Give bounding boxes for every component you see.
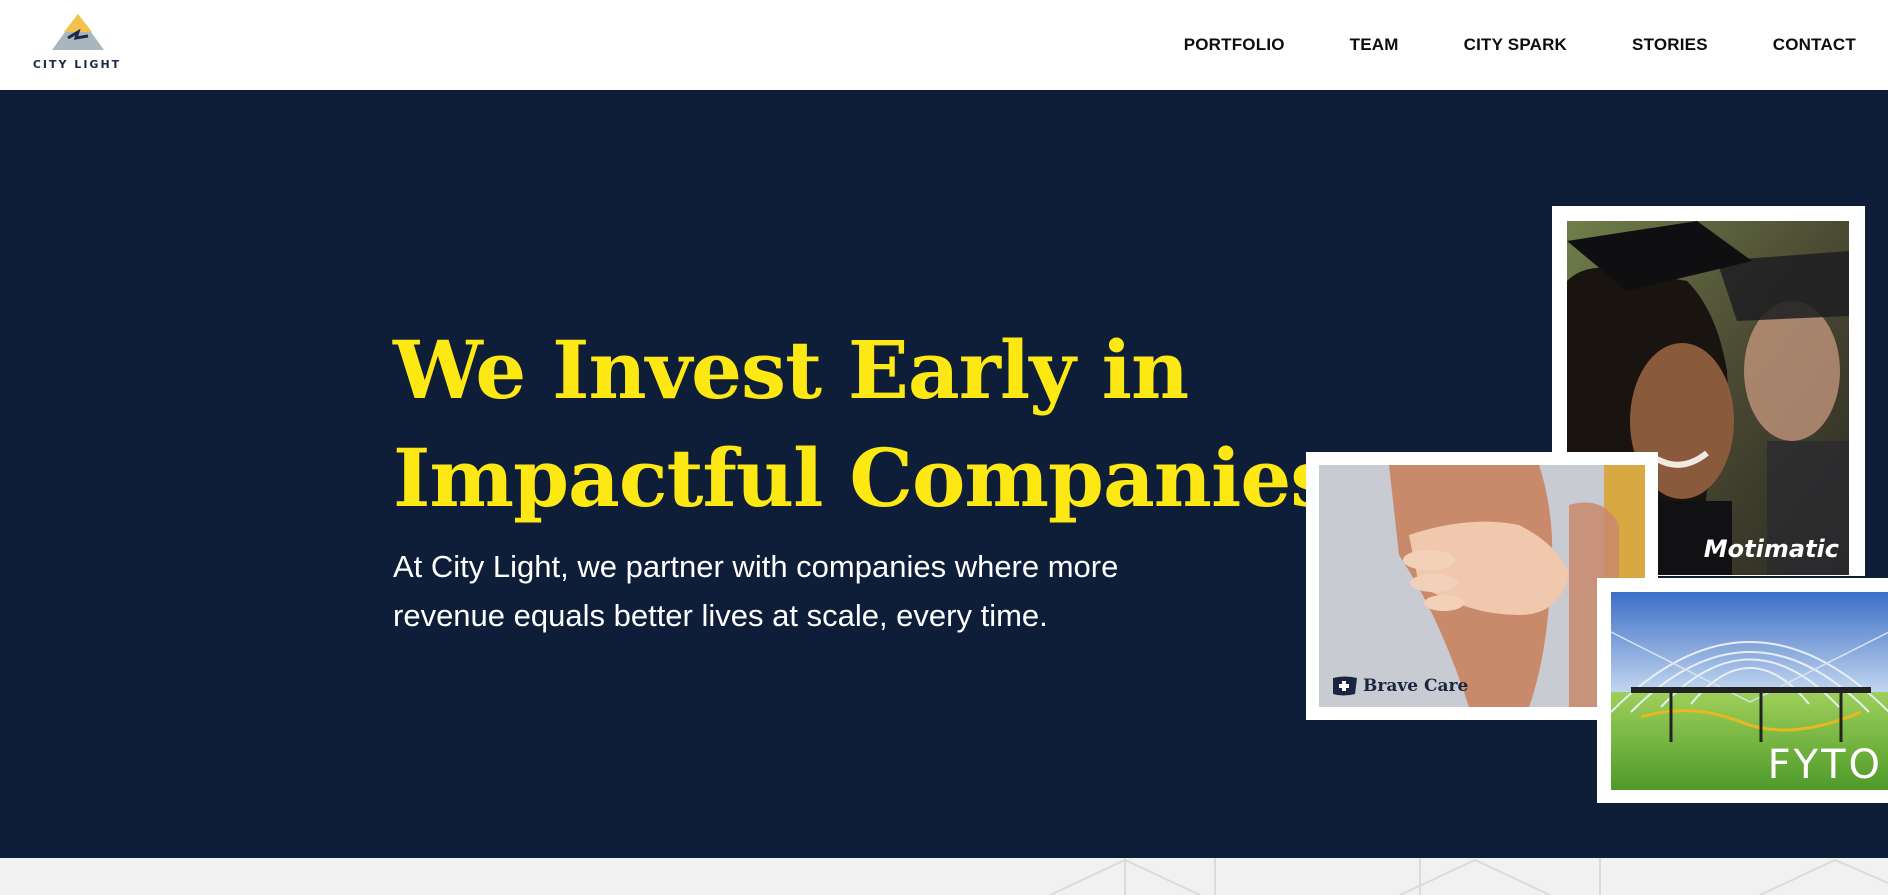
city-light-mountain-icon — [52, 14, 104, 50]
brave-care-logo-label: Brave Care — [1363, 676, 1469, 696]
city-light-logo[interactable]: CITY LIGHT — [28, 12, 126, 74]
nav-stories-link[interactable]: STORIES — [1632, 35, 1708, 55]
nav-portfolio-link[interactable]: PORTFOLIO — [1184, 35, 1285, 55]
site-header: CITY LIGHT PORTFOLIO TEAM CITY SPARK STO… — [0, 0, 1888, 90]
hero-headline-line-2: Impactful Companies — [393, 431, 1335, 525]
fyto-logo-label: FYTO — [1767, 742, 1883, 788]
hero-section: We Invest Early in Impactful Companies A… — [0, 90, 1888, 858]
portfolio-card-fyto[interactable]: FYTO — [1597, 578, 1888, 803]
hero-headline: We Invest Early in Impactful Companies — [393, 316, 1335, 532]
fyto-greenhouse-photo: FYTO — [1611, 592, 1888, 790]
hero-headline-line-1: We Invest Early in — [393, 323, 1189, 417]
brave-care-flag-icon — [1333, 676, 1357, 696]
lower-section-background — [0, 858, 1888, 895]
nav-contact-link[interactable]: CONTACT — [1773, 35, 1856, 55]
main-nav: PORTFOLIO TEAM CITY SPARK STORIES CONTAC… — [1119, 0, 1856, 90]
motimatic-logo-label: Motimatic — [1703, 535, 1839, 563]
nav-city-spark-link[interactable]: CITY SPARK — [1464, 35, 1567, 55]
brave-care-logo: Brave Care — [1331, 675, 1468, 697]
hero-subtext: At City Light, we partner with companies… — [393, 549, 1119, 633]
decorative-line-pattern — [1049, 858, 1888, 895]
logo-wordmark: CITY LIGHT — [32, 58, 122, 71]
nav-team-link[interactable]: TEAM — [1350, 35, 1399, 55]
